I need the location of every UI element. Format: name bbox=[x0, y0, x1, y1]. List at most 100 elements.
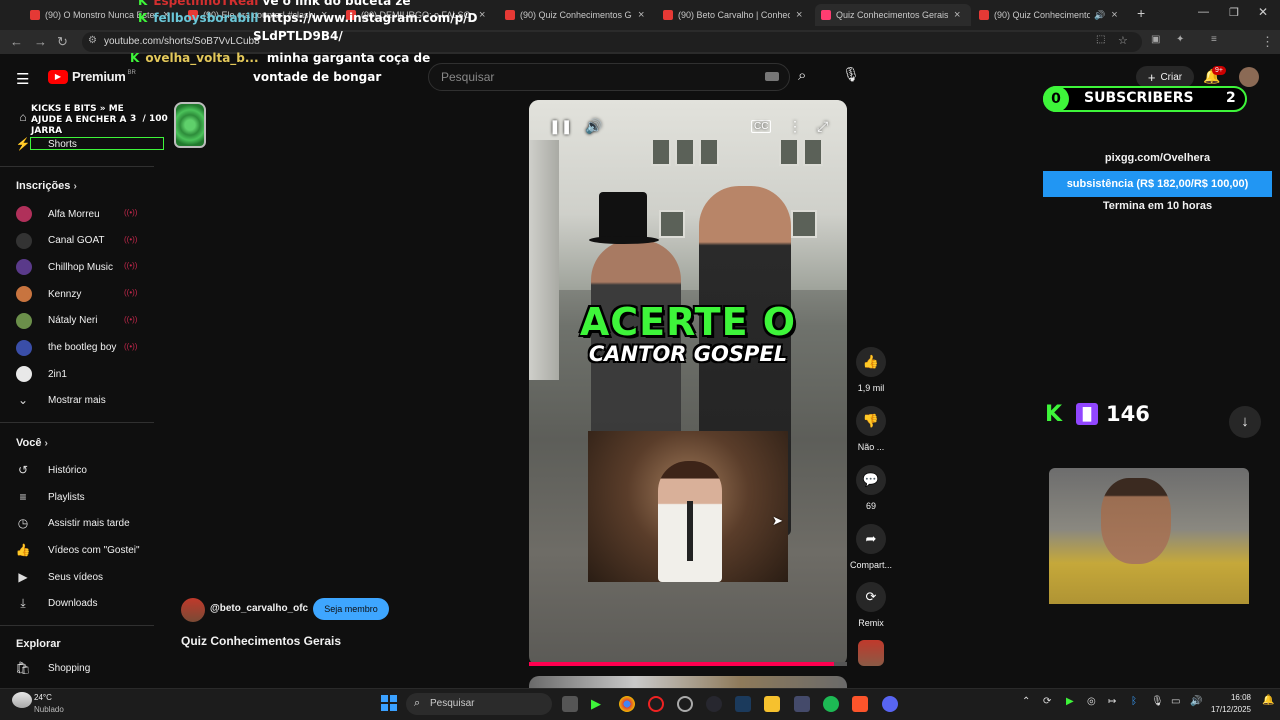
volume-icon[interactable]: 🔊 bbox=[1190, 696, 1202, 707]
tray-app-icon[interactable]: ◎ bbox=[1087, 696, 1096, 707]
taskbar-search[interactable]: ⌕ Pesquisar bbox=[406, 693, 552, 715]
forward-icon[interactable]: → bbox=[34, 34, 47, 49]
close-window-icon[interactable]: ✕ bbox=[1258, 5, 1268, 19]
clock-date[interactable]: 17/12/2025 bbox=[1209, 705, 1251, 714]
steam-icon[interactable] bbox=[735, 696, 751, 712]
like-button[interactable]: 👍 1,9 mil bbox=[848, 347, 894, 393]
browser-tab[interactable]: (90) Beto Carvalho | Conhecime × bbox=[657, 4, 813, 26]
site-info-icon[interactable]: ⚙ bbox=[88, 35, 97, 46]
account-avatar[interactable] bbox=[1239, 67, 1259, 87]
fullscreen-icon[interactable]: ⤢ bbox=[817, 118, 828, 135]
reload-icon[interactable]: ↻ bbox=[57, 34, 68, 50]
sidebar-item-your-videos[interactable]: ▶ Seus vídeos bbox=[16, 570, 103, 584]
sync-icon[interactable]: ⟳ bbox=[1043, 696, 1051, 707]
youtube-logo[interactable]: ▶ Premium BR bbox=[48, 69, 136, 84]
minimize-icon[interactable]: — bbox=[1198, 6, 1209, 18]
install-app-icon[interactable]: ⬚ bbox=[1096, 34, 1105, 45]
app-icon[interactable] bbox=[794, 696, 810, 712]
subscriptions-heading[interactable]: Inscrições › bbox=[16, 180, 77, 192]
subscription-item[interactable]: Nátaly Neri bbox=[16, 312, 97, 329]
subscription-item[interactable]: Alfa Morreu bbox=[16, 206, 100, 222]
app-icon[interactable] bbox=[706, 696, 722, 712]
restore-icon[interactable]: ❐ bbox=[1229, 6, 1239, 19]
you-heading[interactable]: Você › bbox=[16, 437, 48, 449]
hamburger-menu-icon[interactable]: ☰ bbox=[16, 70, 29, 88]
remix-button[interactable]: ⟳ Remix bbox=[848, 582, 894, 628]
channel-avatar[interactable] bbox=[181, 598, 205, 622]
close-tab-icon[interactable]: × bbox=[479, 9, 485, 21]
next-short-preview[interactable] bbox=[529, 676, 847, 688]
obs-icon[interactable] bbox=[677, 696, 693, 712]
system-tray-chevron-icon[interactable]: ⌃ bbox=[1022, 696, 1030, 707]
bookmark-star-icon[interactable]: ☆ bbox=[1118, 34, 1128, 47]
show-more-button[interactable]: ⌄ Mostrar mais bbox=[16, 393, 106, 407]
weather-cloud-icon[interactable] bbox=[12, 692, 32, 708]
subscription-item[interactable]: the bootleg boy bbox=[16, 339, 116, 356]
sound-thumbnail[interactable] bbox=[858, 640, 884, 666]
stream-goal-bar bbox=[30, 137, 164, 150]
network-icon[interactable]: ▭ bbox=[1171, 696, 1180, 707]
task-view-icon[interactable] bbox=[562, 696, 578, 712]
volume-icon[interactable]: 🔊 bbox=[585, 118, 602, 135]
next-video-arrow-icon[interactable]: ↓ bbox=[1229, 406, 1261, 438]
file-explorer-icon[interactable] bbox=[764, 696, 780, 712]
create-button[interactable]: + Criar bbox=[1136, 66, 1194, 88]
subscription-item[interactable]: 2in1 bbox=[16, 366, 67, 383]
bluetooth-icon[interactable]: ᛒ bbox=[1131, 696, 1137, 707]
opera-icon[interactable] bbox=[648, 696, 664, 712]
discord-icon[interactable] bbox=[882, 696, 898, 712]
channel-handle[interactable]: @beto_carvalho_ofc bbox=[210, 603, 308, 614]
search-input[interactable]: Pesquisar bbox=[428, 63, 790, 91]
video-progress-bar[interactable] bbox=[529, 662, 847, 666]
kick-app-icon[interactable]: ▶ bbox=[591, 696, 607, 712]
windows-start-icon[interactable] bbox=[381, 695, 397, 711]
notifications-icon[interactable]: 🔔 bbox=[1262, 695, 1274, 706]
close-tab-icon[interactable]: × bbox=[638, 9, 644, 21]
comments-button[interactable]: 💬 69 bbox=[848, 465, 894, 511]
tray-app-icon[interactable]: ↦ bbox=[1108, 696, 1116, 707]
video-title[interactable]: Quiz Conhecimentos Gerais bbox=[181, 634, 341, 648]
pause-icon[interactable]: ❚❚ bbox=[549, 118, 572, 135]
close-tab-icon[interactable]: × bbox=[954, 9, 960, 21]
microphone-icon[interactable]: 🎙 bbox=[1151, 696, 1164, 707]
sidebar-item-playlists[interactable]: ≡ Playlists bbox=[16, 490, 84, 504]
subscription-item[interactable]: Kennzy bbox=[16, 286, 81, 303]
kick-tray-icon[interactable]: ▶ bbox=[1066, 696, 1074, 707]
speaker-icon[interactable]: 🔊 bbox=[1094, 10, 1105, 21]
join-membership-button[interactable]: Seja membro bbox=[313, 598, 389, 620]
sidebar-item-liked-videos[interactable]: 👍 Vídeos com "Gostei" bbox=[16, 543, 140, 557]
browser-menu-icon[interactable]: ⋮ bbox=[1261, 34, 1274, 50]
clock-time[interactable]: 16:08 bbox=[1227, 693, 1251, 702]
spotify-icon[interactable] bbox=[823, 696, 839, 712]
sidebar-item-shopping[interactable]: 🛍 Shopping bbox=[15, 661, 90, 675]
sidebar-item-downloads[interactable]: ⤓ Downloads bbox=[16, 596, 97, 610]
shorts-video-player[interactable]: ACERTE O CANTOR GOSPEL ❚❚ 🔊 CC ⋮ ⤢ bbox=[529, 100, 847, 666]
more-options-icon[interactable]: ⋮ bbox=[788, 118, 802, 135]
chrome-icon[interactable] bbox=[619, 696, 635, 712]
share-button[interactable]: ➦ Compart... bbox=[848, 524, 894, 570]
dislike-button[interactable]: 👎 Não ... bbox=[848, 406, 894, 452]
extension-icon[interactable]: ▣ bbox=[1151, 34, 1160, 45]
browser-tab[interactable]: (90) Quiz Conhecimentos Gerais × bbox=[499, 4, 655, 26]
browser-tab[interactable]: (90) Quiz Conhecimentos G 🔊 × bbox=[973, 4, 1129, 26]
tab-label: (90) Quiz Conhecimentos G bbox=[994, 10, 1090, 20]
search-button[interactable]: ⌕ bbox=[790, 63, 826, 91]
sidebar-item-history[interactable]: ↺ Histórico bbox=[16, 463, 87, 477]
subscription-item[interactable]: Canal GOAT bbox=[16, 232, 105, 249]
back-icon[interactable]: ← bbox=[10, 34, 23, 49]
puzzle-icon[interactable]: ✦ bbox=[1176, 34, 1184, 45]
brave-icon[interactable] bbox=[852, 696, 868, 712]
keyboard-icon[interactable] bbox=[765, 72, 779, 81]
media-control-icon[interactable]: ≡ bbox=[1211, 34, 1217, 45]
section-title: Inscrições bbox=[16, 180, 71, 192]
sidebar-divider bbox=[0, 166, 154, 167]
sidebar-item-watch-later[interactable]: ◷ Assistir mais tarde bbox=[16, 516, 130, 530]
new-tab-icon[interactable]: + bbox=[1137, 5, 1145, 21]
subscription-item[interactable]: Chillhop Music bbox=[16, 259, 113, 276]
captions-icon[interactable]: CC bbox=[751, 120, 772, 133]
close-tab-icon[interactable]: × bbox=[796, 9, 802, 21]
browser-tab-active[interactable]: Quiz Conhecimentos Gerais - Y × bbox=[815, 4, 971, 26]
voice-search-icon[interactable]: 🎙 bbox=[837, 66, 865, 88]
close-tab-icon[interactable]: × bbox=[1111, 9, 1117, 21]
chevron-right-icon: › bbox=[44, 438, 48, 449]
